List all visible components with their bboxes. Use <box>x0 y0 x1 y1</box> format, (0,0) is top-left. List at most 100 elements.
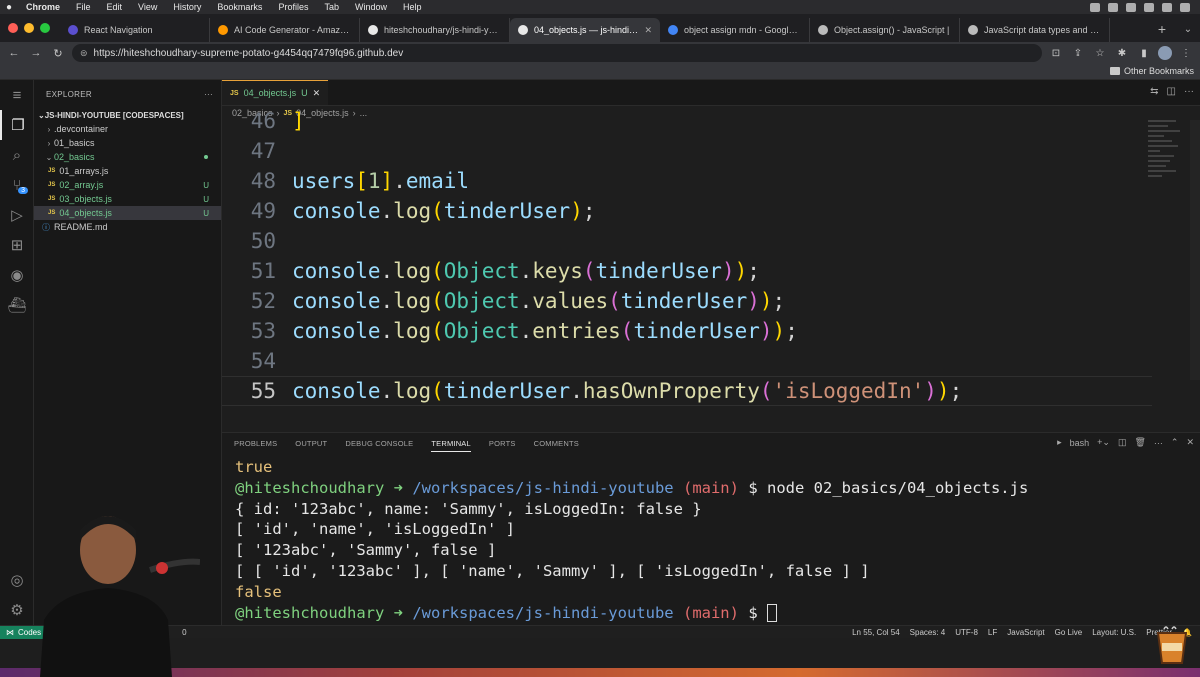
apple-icon[interactable]: ● <box>0 2 18 13</box>
menu-bookmarks[interactable]: Bookmarks <box>209 2 270 12</box>
tab-debug-console[interactable]: DEBUG CONSOLE <box>345 439 413 448</box>
menu-history[interactable]: History <box>165 2 209 12</box>
other-bookmarks[interactable]: Other Bookmarks <box>1109 66 1194 76</box>
browser-tab[interactable]: React Navigation <box>60 18 210 42</box>
menu-help[interactable]: Help <box>395 2 430 12</box>
browser-tab[interactable]: hiteshchoudhary/js-hindi-yout <box>360 18 510 42</box>
address-bar[interactable]: ⊜ https://hiteshchoudhary-supreme-potato… <box>72 44 1042 62</box>
tab-search-button[interactable]: ⌄ <box>1176 24 1200 42</box>
line-number: 46 <box>250 109 276 133</box>
status-icon[interactable] <box>1126 2 1136 12</box>
status-icon[interactable] <box>1108 2 1118 12</box>
explorer-icon[interactable]: ❐ <box>0 110 34 140</box>
editor-scrollbar[interactable] <box>1190 120 1200 380</box>
tree-item-readme[interactable]: ⓘ README.md <box>34 220 221 234</box>
tab-ports[interactable]: PORTS <box>489 439 516 448</box>
profile-avatar[interactable] <box>1158 46 1172 60</box>
browser-tab[interactable]: object assign mdn - Google Se <box>660 18 810 42</box>
go-live-button[interactable]: Go Live <box>1055 628 1083 637</box>
trash-icon[interactable]: 🗑 <box>1134 437 1145 448</box>
site-info-icon[interactable]: ⊜ <box>80 48 88 59</box>
code-line-51[interactable]: 51 console. log(Object. keys(tinderUser)); <box>222 256 1152 286</box>
run-debug-icon[interactable]: ▷ <box>0 200 34 230</box>
menu-file[interactable]: File <box>68 2 99 12</box>
minimize-window-button[interactable] <box>24 23 34 33</box>
menu-view[interactable]: View <box>130 2 165 12</box>
code-line-46[interactable]: 46] <box>222 106 1152 136</box>
reload-button[interactable]: ↻ <box>50 47 66 60</box>
forward-button[interactable]: → <box>28 47 44 59</box>
install-app-icon[interactable]: ⊡ <box>1048 48 1064 59</box>
back-button[interactable]: ← <box>6 47 22 59</box>
maximize-panel-icon[interactable]: ⌃ <box>1171 437 1179 448</box>
chrome-menu-icon[interactable]: ⋮ <box>1178 48 1194 59</box>
extensions-icon[interactable]: ✱ <box>1114 48 1130 59</box>
tree-item-01-basics[interactable]: › 01_basics <box>34 136 221 150</box>
tab-problems[interactable]: PROBLEMS <box>234 439 277 448</box>
wifi-icon[interactable] <box>1162 2 1172 12</box>
close-tab-icon[interactable]: ✕ <box>644 25 652 36</box>
tab-comments[interactable]: COMMENTS <box>534 439 579 448</box>
menu-edit[interactable]: Edit <box>99 2 131 12</box>
split-editor-icon[interactable]: ◫ <box>1167 86 1176 97</box>
minimap[interactable] <box>1148 120 1188 240</box>
docker-icon[interactable]: ⛴ <box>0 290 34 320</box>
more-actions-icon[interactable]: ··· <box>204 90 213 99</box>
code-line-53[interactable]: 53 console. log(Object. entries(tinderUser)… <box>222 316 1152 346</box>
language-mode[interactable]: JavaScript <box>1007 628 1044 637</box>
add-terminal-icon[interactable]: +⌄ <box>1097 437 1110 448</box>
tree-item-01-arrays[interactable]: JS 01_arrays.js <box>34 164 221 178</box>
menu-chrome[interactable]: Chrome <box>18 2 68 12</box>
encoding[interactable]: UTF-8 <box>955 628 978 637</box>
browser-tab[interactable]: 04_objects.js — js-hindi-youtu ✕ <box>510 18 660 42</box>
tree-item-02-array[interactable]: JS 02_array.js U <box>34 178 221 192</box>
terminal-output[interactable]: true @hiteshchoudhary ➜ /workspaces/js-h… <box>235 457 1028 623</box>
menu-hamburger-icon[interactable]: ≡ <box>0 80 34 110</box>
code-line-49[interactable]: 49 console. log(tinderUser); <box>222 196 1152 226</box>
code-line-47[interactable]: 47 <box>222 136 1152 166</box>
status-icon[interactable] <box>1144 2 1154 12</box>
tree-item-devcontainer[interactable]: › .devcontainer <box>34 122 221 136</box>
browser-tab[interactable]: Object.assign() - JavaScript | <box>810 18 960 42</box>
cursor-position[interactable]: Ln 55, Col 54 <box>852 628 900 637</box>
close-icon[interactable]: ✕ <box>313 88 321 99</box>
code-line-52[interactable]: 52 console. log(Object. values(tinderUser))… <box>222 286 1152 316</box>
zoom-window-button[interactable] <box>40 23 50 33</box>
more-actions-icon[interactable]: ··· <box>1154 438 1163 448</box>
more-actions-icon[interactable]: ··· <box>1184 86 1194 97</box>
browser-tab[interactable]: JavaScript data types and data <box>960 18 1110 42</box>
side-panel-icon[interactable]: ▮ <box>1136 48 1152 59</box>
shell-label[interactable]: bash <box>1070 438 1090 448</box>
close-panel-icon[interactable]: ✕ <box>1186 437 1194 448</box>
bookmark-star-icon[interactable]: ☆ <box>1092 48 1108 59</box>
browser-tab[interactable]: AI Code Generator - Amazon C <box>210 18 360 42</box>
tree-item-04-objects[interactable]: JS 04_objects.js U <box>34 206 221 220</box>
split-terminal-icon[interactable]: ◫ <box>1118 437 1127 448</box>
editor-tab-04-objects[interactable]: JS 04_objects.js U ✕ <box>222 80 329 105</box>
new-tab-button[interactable]: + <box>1148 21 1176 42</box>
indentation[interactable]: Spaces: 4 <box>910 628 946 637</box>
code-line-54[interactable]: 54 <box>222 346 1152 376</box>
menu-tab[interactable]: Tab <box>316 2 347 12</box>
menu-window[interactable]: Window <box>347 2 395 12</box>
close-window-button[interactable] <box>8 23 18 33</box>
code-line-48[interactable]: 48 users[1]. email <box>222 166 1152 196</box>
compare-changes-icon[interactable]: ⇆ <box>1150 86 1158 97</box>
keyboard-layout[interactable]: Layout: U.S. <box>1092 628 1136 637</box>
control-center-icon[interactable] <box>1180 2 1190 12</box>
search-icon[interactable]: ⌕ <box>0 140 34 170</box>
share-icon[interactable]: ⇪ <box>1070 48 1086 59</box>
code-line-50[interactable]: 50 <box>222 226 1152 256</box>
code-line-55[interactable]: 55 console. log(tinderUser. hasOwnProperty(… <box>222 376 1152 406</box>
menu-profiles[interactable]: Profiles <box>270 2 316 12</box>
tree-item-03-objects[interactable]: JS 03_objects.js U <box>34 192 221 206</box>
extensions-icon[interactable]: ⊞ <box>0 230 34 260</box>
workspace-section[interactable]: ⌄ JS-HINDI-YOUTUBE [CODESPACES] <box>34 108 221 122</box>
source-control-icon[interactable]: ⑂ 3 <box>0 170 34 200</box>
tree-item-02-basics[interactable]: ⌄ 02_basics <box>34 150 221 164</box>
status-icon[interactable] <box>1090 2 1100 12</box>
line-ending[interactable]: LF <box>988 628 997 637</box>
github-icon[interactable]: ◉ <box>0 260 34 290</box>
tab-output[interactable]: OUTPUT <box>295 439 327 448</box>
tab-terminal[interactable]: TERMINAL <box>431 439 471 452</box>
